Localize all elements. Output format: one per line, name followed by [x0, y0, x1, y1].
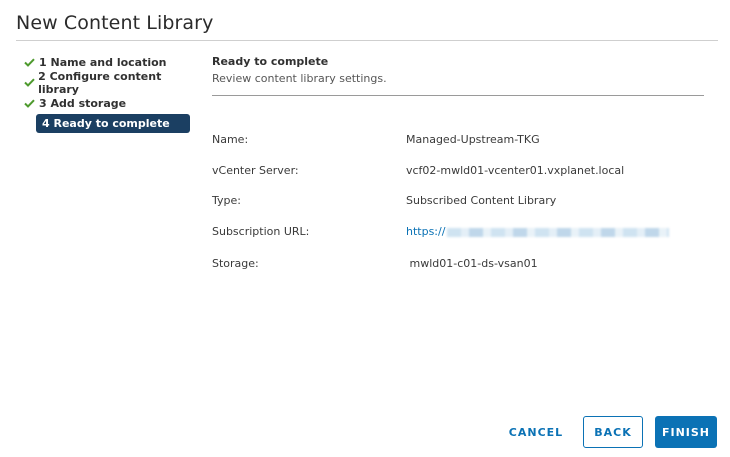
step-configure-content-library[interactable]: 2 Configure content library	[24, 69, 196, 96]
section-divider	[212, 95, 704, 96]
summary-value: https://	[406, 225, 706, 238]
section-heading: Ready to complete	[212, 55, 329, 68]
summary-label: Name:	[212, 133, 249, 146]
step-ready-to-complete[interactable]: 4 Ready to complete	[36, 113, 190, 133]
step-label: 4 Ready to complete	[42, 116, 170, 130]
summary-value: mwld01-c01-ds-vsan01	[406, 257, 538, 270]
summary-value: vcf02-mwld01-vcenter01.vxplanet.local	[406, 164, 625, 177]
summary-label: Type:	[212, 194, 241, 207]
summary-label: vCenter Server:	[212, 164, 299, 177]
check-icon	[24, 58, 39, 67]
subscription-url-link[interactable]: https://	[406, 225, 445, 238]
finish-button[interactable]: FINISH	[655, 416, 717, 448]
redacted-url	[447, 227, 670, 237]
step-label: 2 Configure content library	[38, 69, 162, 96]
review-section: Ready to complete Review content library…	[212, 52, 704, 96]
summary-value: Subscribed Content Library	[406, 194, 557, 207]
check-icon	[24, 78, 38, 87]
section-subheading: Review content library settings.	[212, 72, 387, 85]
title-divider	[16, 40, 718, 41]
step-label: 1 Name and location	[39, 55, 167, 69]
summary-value: Managed-Upstream-TKG	[406, 133, 540, 146]
check-icon	[24, 99, 39, 108]
back-button[interactable]: BACK	[583, 416, 643, 448]
summary-label: Storage:	[212, 257, 259, 270]
summary-label: Subscription URL:	[212, 225, 310, 238]
step-add-storage[interactable]: 3 Add storage	[24, 93, 196, 113]
step-label: 3 Add storage	[39, 96, 127, 110]
cancel-button[interactable]: CANCEL	[500, 416, 572, 448]
dialog-title: New Content Library	[16, 12, 214, 34]
wizard-steps: 1 Name and location 2 Configure content …	[24, 52, 196, 133]
